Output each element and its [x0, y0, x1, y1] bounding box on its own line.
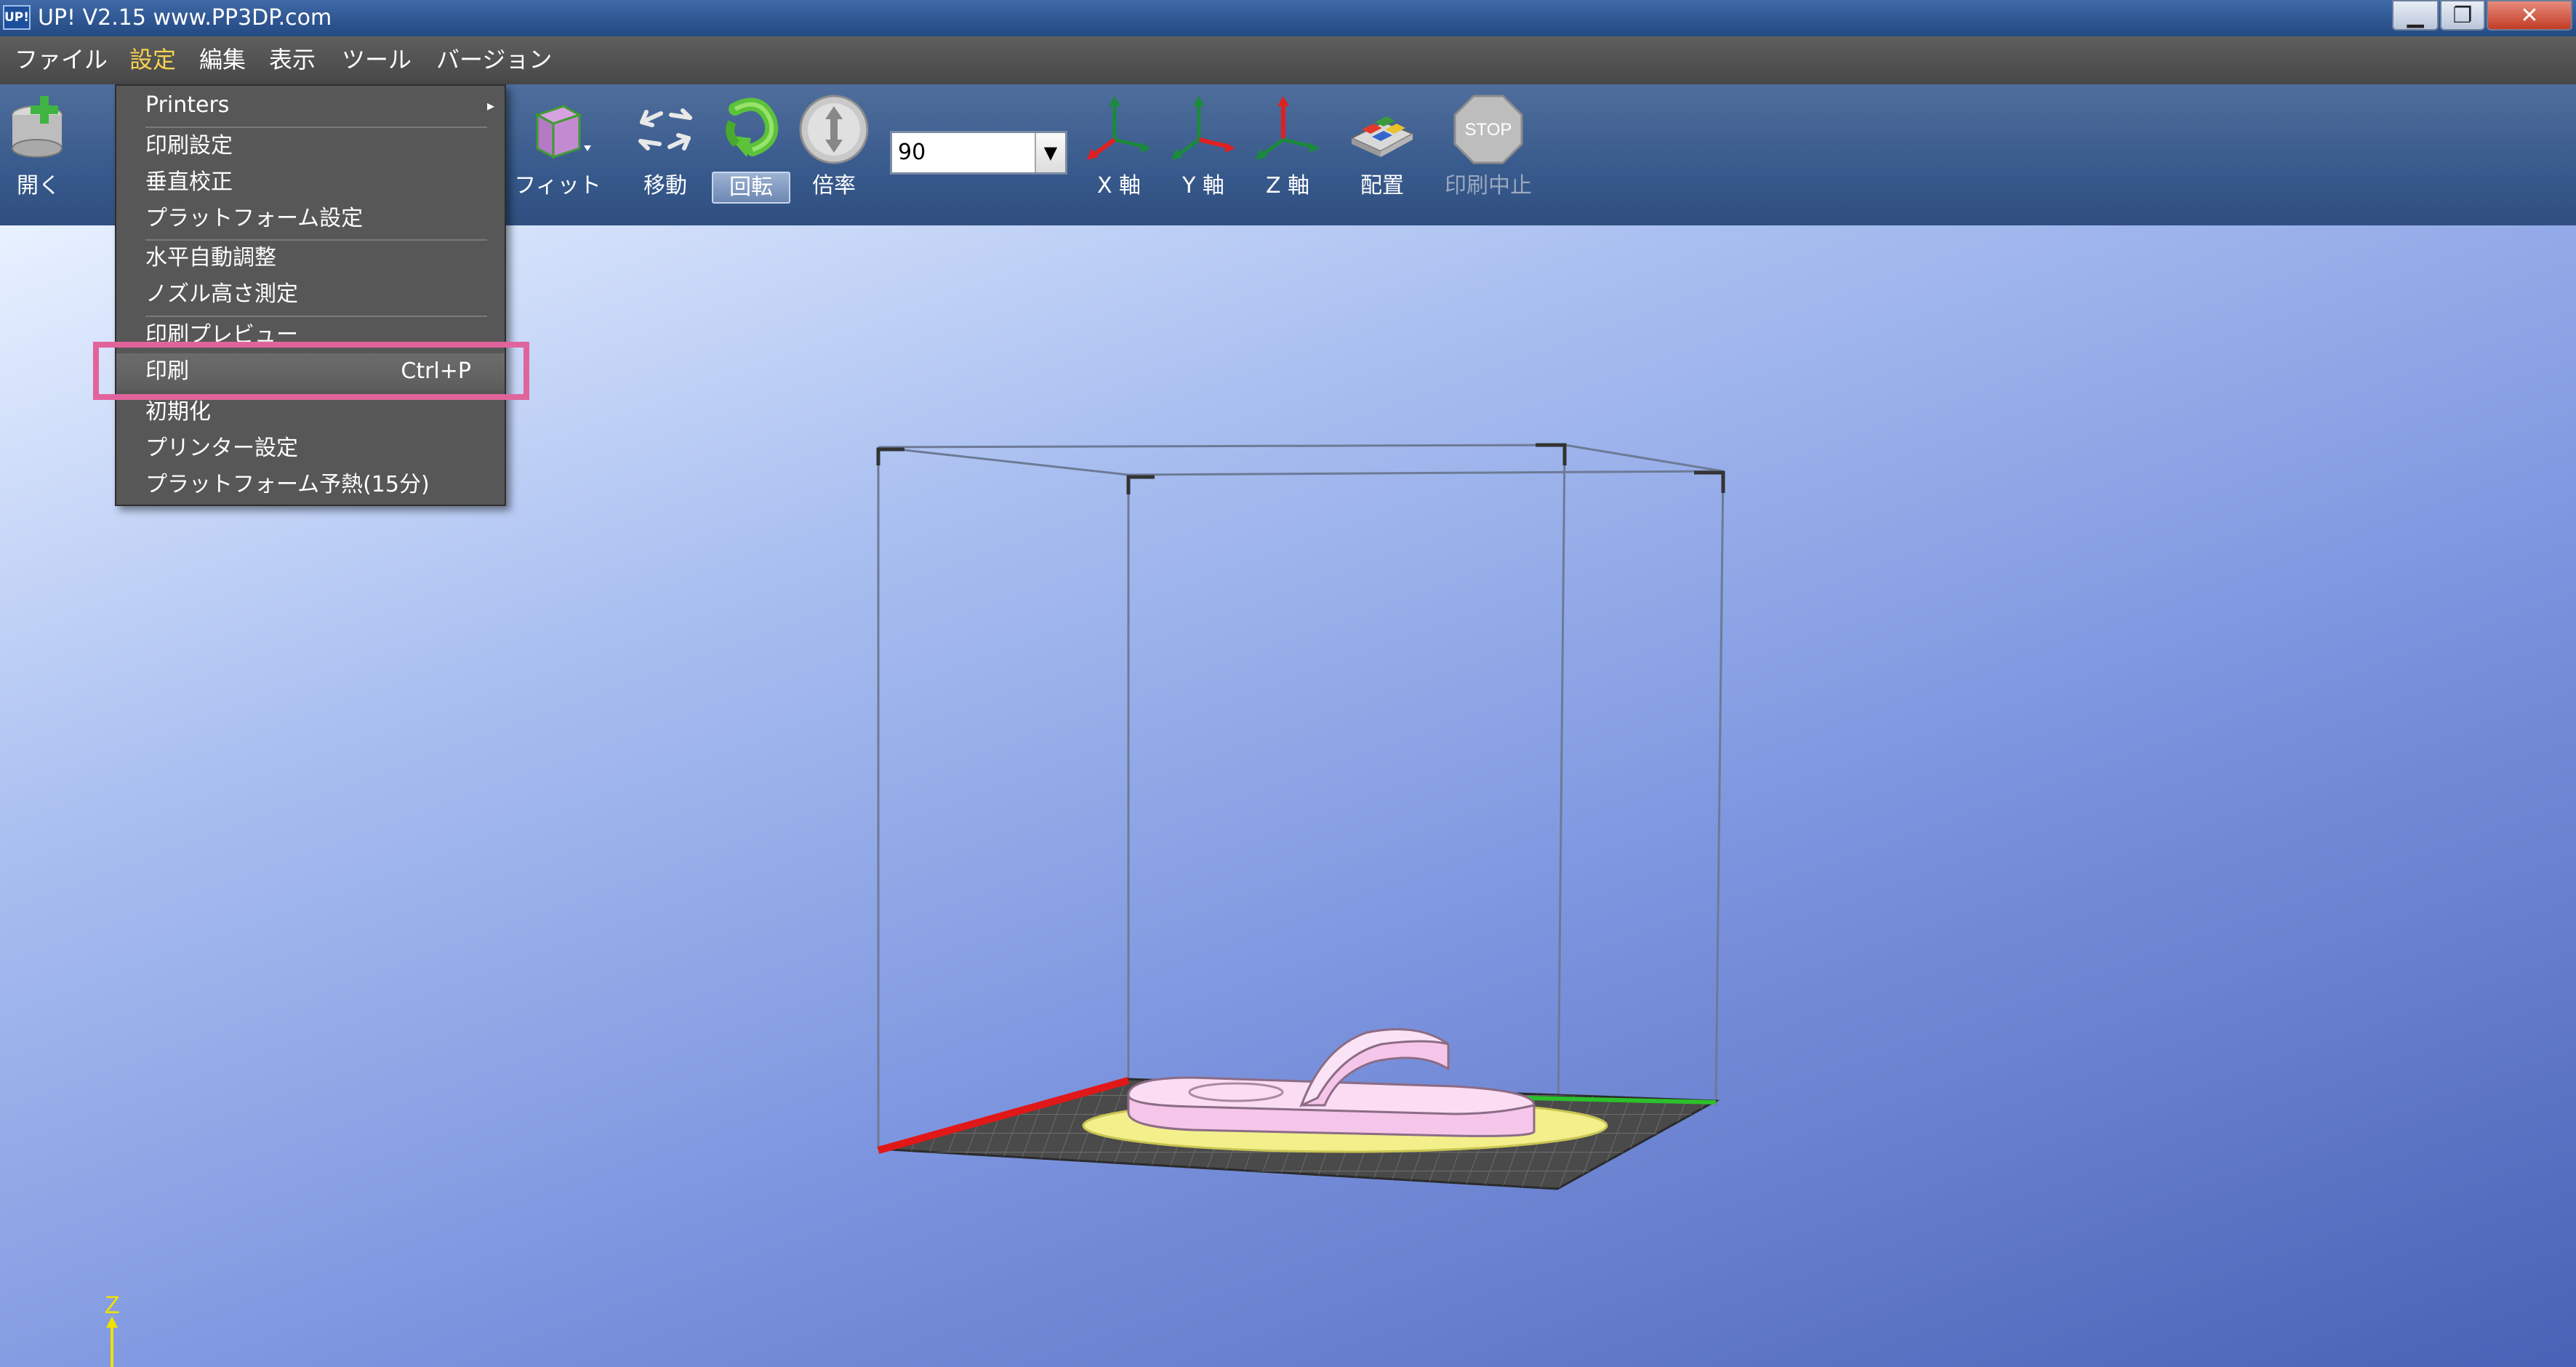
z-axis-indicator: Z: [105, 1291, 120, 1319]
menu-version[interactable]: バージョン: [426, 42, 562, 77]
corner-markers: [876, 443, 1725, 494]
menu-item-platform-settings[interactable]: プラットフォーム設定: [116, 201, 505, 237]
title-bar: UP! UP! V2.15 www.PP3DP.com ▁ ❐ ✕: [0, 0, 2576, 36]
stop-icon-text: STOP: [1465, 120, 1512, 140]
x-axis-icon: [1083, 93, 1155, 166]
menu-file[interactable]: ファイル: [4, 42, 118, 77]
app-icon: UP!: [3, 5, 31, 30]
stop-print-label: 印刷中止: [1445, 173, 1532, 199]
menu-bar: ファイル 設定 編集 表示 ツール バージョン: [0, 36, 2576, 86]
stop-print-button[interactable]: STOP 印刷中止: [1434, 93, 1543, 201]
maximize-icon: ❐: [2452, 2, 2473, 28]
z-axis-label: Z 軸: [1265, 173, 1310, 199]
menu-item-printer-settings[interactable]: プリンター設定: [116, 430, 505, 467]
rotate-label: 回転: [712, 172, 790, 204]
move-arrows-icon: [629, 93, 702, 166]
arrange-button[interactable]: 配置: [1328, 93, 1437, 201]
settings-menu: Printers ▸ 印刷設定 垂直校正 プラットフォーム設定 水平自動調整 ノ…: [115, 84, 506, 506]
y-axis-icon: [1167, 93, 1240, 166]
menu-item-print-settings[interactable]: 印刷設定: [116, 128, 505, 164]
open-label: 開く: [17, 173, 60, 199]
menu-item-printers[interactable]: Printers ▸: [116, 87, 505, 124]
zoom-value: 90: [898, 140, 926, 165]
scale-icon: [798, 93, 870, 166]
arrange-blocks-icon: [1346, 93, 1419, 166]
open-button[interactable]: 開く: [0, 93, 93, 201]
fit-label: フィット: [514, 173, 601, 199]
minimize-button[interactable]: ▁: [2392, 0, 2439, 31]
fit-cube-icon: [521, 93, 594, 166]
open-icon: [2, 93, 75, 166]
chevron-right-icon: ▸: [486, 97, 494, 114]
menu-tools[interactable]: ツール: [332, 42, 422, 77]
flip-flop-model: [1127, 1028, 1536, 1137]
menu-item-vertical-calibration[interactable]: 垂直校正: [116, 164, 505, 201]
fit-button[interactable]: フィット: [503, 93, 612, 201]
z-axis-icon: [1251, 93, 1324, 166]
stop-icon: STOP: [1452, 93, 1525, 166]
arrange-label: 配置: [1360, 173, 1404, 199]
maximize-button[interactable]: ❐: [2440, 0, 2485, 31]
menu-item-auto-leveling[interactable]: 水平自動調整: [116, 240, 505, 276]
window-title: UP! V2.15 www.PP3DP.com: [38, 5, 332, 31]
close-button[interactable]: ✕: [2487, 0, 2572, 31]
rotate-icon: [713, 93, 786, 166]
chevron-down-icon[interactable]: ▼: [1035, 133, 1065, 172]
menu-item-platform-preheat[interactable]: プラットフォーム予熱(15分): [116, 467, 505, 503]
minimize-icon: ▁: [2407, 2, 2424, 28]
menu-edit[interactable]: 編集: [189, 42, 256, 77]
zoom-dropdown[interactable]: 90 ▼: [890, 131, 1067, 175]
scale-button[interactable]: 倍率: [779, 93, 888, 201]
build-volume-box: [877, 444, 1725, 1190]
menu-item-nozzle-height[interactable]: ノズル高さ測定: [116, 276, 505, 313]
scale-label: 倍率: [812, 173, 856, 199]
annotation-highlight-box: [93, 342, 529, 400]
close-icon: ✕: [2520, 2, 2539, 28]
z-axis-button[interactable]: Z 軸: [1233, 93, 1342, 201]
menu-view[interactable]: 表示: [259, 42, 326, 77]
menu-settings[interactable]: 設定: [119, 42, 186, 77]
